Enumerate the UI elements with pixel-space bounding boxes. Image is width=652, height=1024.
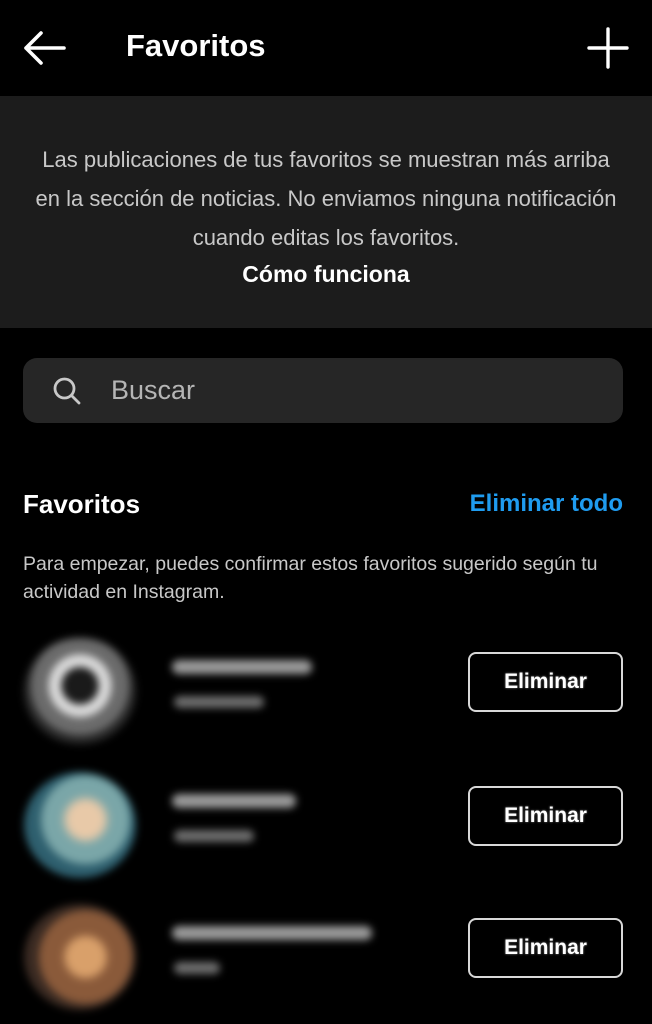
fullname-blurred [174,830,254,842]
how-it-works-link[interactable]: Cómo funciona [0,256,652,292]
info-text: Las publicaciones de tus favoritos se mu… [35,147,617,250]
page-title: Favoritos [126,28,266,63]
back-button[interactable] [16,20,72,76]
avatar[interactable] [24,638,136,744]
search-input[interactable] [111,358,611,423]
avatar[interactable] [24,772,136,878]
favorites-screen: Favoritos Las publicaciones de tus favor… [0,0,652,1024]
plus-icon [587,27,629,69]
fullname-blurred [174,696,264,708]
list-item: Eliminar [0,632,652,752]
arrow-left-icon [24,31,66,65]
info-banner: Las publicaciones de tus favoritos se mu… [0,96,652,328]
remove-button[interactable]: Eliminar [468,918,623,978]
search-bar[interactable] [23,358,623,423]
remove-button[interactable]: Eliminar [468,786,623,846]
remove-button[interactable]: Eliminar [468,652,623,712]
add-favorite-button[interactable] [580,20,636,76]
username-blurred[interactable] [172,926,372,940]
username-blurred[interactable] [172,660,312,674]
fullname-blurred [174,962,220,974]
list-item: Eliminar [0,766,652,886]
top-bar: Favoritos [0,0,652,96]
search-icon [53,377,81,405]
favorites-section-title: Favoritos [23,489,141,519]
username-blurred[interactable] [172,794,296,808]
favorites-description: Para empezar, puedes confirmar estos fav… [23,553,598,603]
avatar[interactable] [24,904,136,1010]
list-item: Eliminar [0,898,652,1018]
remove-all-button[interactable]: Eliminar todo [470,484,623,524]
